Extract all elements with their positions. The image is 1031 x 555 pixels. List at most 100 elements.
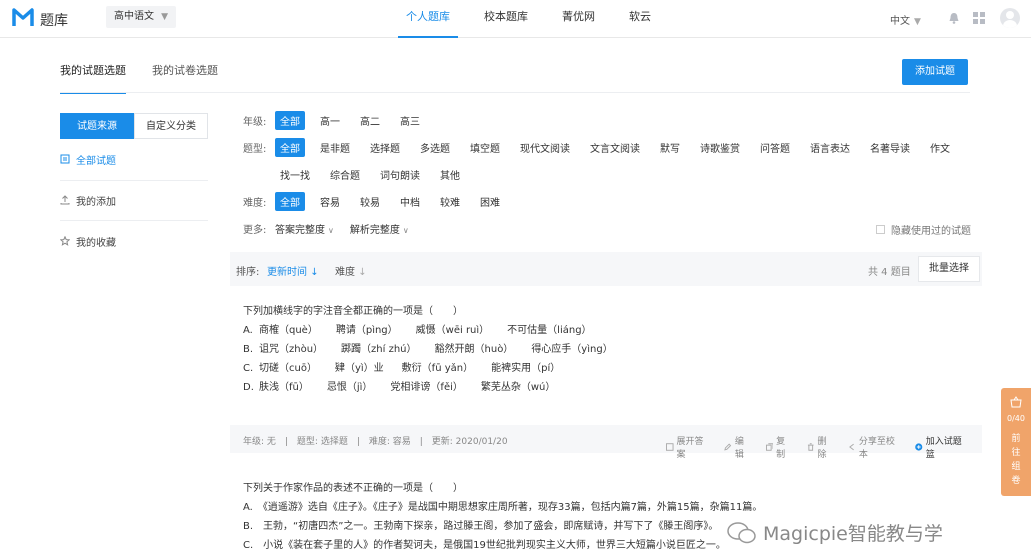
sort-by-time[interactable]: 更新时间 ↓ bbox=[267, 263, 319, 278]
option-item: 聘请（pìng） bbox=[335, 325, 398, 336]
delete-action[interactable]: 删除 bbox=[807, 434, 834, 460]
source-button[interactable]: 试题来源 bbox=[60, 113, 134, 139]
option-item: 豁然开朗（huò） bbox=[434, 344, 514, 355]
filter-option[interactable]: 作文 bbox=[925, 138, 955, 157]
filter-option[interactable]: 词句朗读 bbox=[375, 165, 425, 184]
hide-used-label: 隐藏使用过的试题 bbox=[891, 226, 971, 237]
tab-my-questions[interactable]: 我的试题选题 bbox=[60, 62, 126, 94]
option-item: 能裨实用（pí） bbox=[491, 363, 561, 374]
language-value: 中文 bbox=[890, 16, 910, 27]
copy-icon bbox=[765, 443, 774, 451]
upload-icon bbox=[60, 195, 70, 205]
hide-used-checkbox[interactable]: 隐藏使用过的试题 bbox=[876, 222, 971, 237]
filter-option[interactable]: 是非题 bbox=[315, 138, 355, 157]
nav-ruanyun[interactable]: 软云 bbox=[621, 0, 659, 38]
question-stem: 下列关于作家作品的表述不正确的一项是（ ） bbox=[243, 483, 463, 494]
filter-option[interactable]: 问答题 bbox=[755, 138, 795, 157]
watermark-text: Magicpie智能教与学 bbox=[763, 523, 943, 545]
sort-time-label: 更新时间 bbox=[267, 267, 307, 278]
filter-option[interactable]: 全部 bbox=[275, 111, 305, 130]
filter-option[interactable]: 其他 bbox=[435, 165, 465, 184]
question-tabs: 我的试题选题 我的试卷选题 bbox=[60, 62, 244, 94]
filter-option[interactable]: 容易 bbox=[315, 192, 345, 211]
sidebar-item-favorites[interactable]: 我的收藏 bbox=[60, 221, 208, 261]
filter-label: 年级: bbox=[243, 117, 267, 128]
nav-personal-bank[interactable]: 个人题库 bbox=[398, 0, 458, 38]
copy-action[interactable]: 复制 bbox=[765, 434, 793, 460]
tab-my-papers[interactable]: 我的试卷选题 bbox=[152, 62, 218, 94]
sidebar-item-label: 我的添加 bbox=[76, 196, 116, 208]
filter-option[interactable]: 高二 bbox=[355, 111, 385, 130]
filter-option[interactable]: 文言文阅读 bbox=[585, 138, 645, 157]
question-card: 下列加横线字的字注音全都正确的一项是（ ） A. 商榷（què） 聘请（pìng… bbox=[243, 302, 631, 397]
sidebar-item-label: 全部试题 bbox=[76, 155, 116, 167]
watermark: Magicpie智能教与学 bbox=[727, 519, 943, 546]
batch-select-button[interactable]: 批量选择 bbox=[918, 256, 980, 282]
filter-option[interactable]: 找一找 bbox=[275, 165, 315, 184]
filter-option[interactable]: 现代文阅读 bbox=[515, 138, 575, 157]
filter-option[interactable]: 语言表达 bbox=[805, 138, 855, 157]
question-actions: 展开答案 编辑 复制 删除 分享至校本 加入试题篮 bbox=[666, 434, 982, 460]
option-item: 威慑（wēi ruì） bbox=[415, 325, 490, 336]
add-question-button[interactable]: 添加试题 bbox=[902, 59, 968, 85]
filter-option[interactable]: 默写 bbox=[655, 138, 685, 157]
filter-option[interactable]: 高三 bbox=[395, 111, 425, 130]
trash-icon bbox=[807, 443, 814, 451]
avatar[interactable] bbox=[1000, 8, 1020, 28]
filter-option[interactable]: 选择题 bbox=[365, 138, 405, 157]
option-row: B. 王勃，“初唐四杰”之一。王勃南下探亲，路过滕王阁，参加了盛会，即席赋诗，并… bbox=[243, 521, 719, 532]
add-to-basket-action[interactable]: 加入试题篮 bbox=[915, 434, 968, 460]
filter-option[interactable]: 较易 bbox=[355, 192, 385, 211]
option-item: 敷衍（fū yǎn） bbox=[401, 363, 474, 374]
basket-icon bbox=[1010, 396, 1022, 408]
logo-text[interactable]: 题库 bbox=[40, 10, 68, 30]
edit-icon bbox=[724, 443, 732, 451]
sidebar-item-my-added[interactable]: 我的添加 bbox=[60, 180, 208, 220]
logo-icon[interactable] bbox=[12, 6, 34, 28]
edit-action[interactable]: 编辑 bbox=[724, 434, 751, 460]
option-item: 党相诽谤（fěi） bbox=[390, 382, 463, 393]
filter-option[interactable]: 填空题 bbox=[465, 138, 505, 157]
filter-option[interactable]: 诗歌鉴赏 bbox=[695, 138, 745, 157]
difficulty-filter: 难度: 全部 容易 较易 中档 较难 困难 bbox=[243, 192, 515, 211]
subject-select[interactable]: 高中语文 ▼ bbox=[106, 6, 176, 28]
question-meta-bar: 年级: 无 | 题型: 选择题 | 难度: 容易 | 更新: 2020/01/2… bbox=[230, 425, 982, 460]
bell-icon[interactable] bbox=[947, 11, 961, 25]
option-item: 繁芜丛杂（wú） bbox=[480, 382, 556, 393]
filter-option[interactable]: 较难 bbox=[435, 192, 465, 211]
filter-option[interactable]: 综合题 bbox=[325, 165, 365, 184]
filter-option[interactable]: 全部 bbox=[275, 192, 305, 211]
filter-option[interactable]: 中档 bbox=[395, 192, 425, 211]
type-filter: 题型: 全部 是非题 选择题 多选题 填空题 现代文阅读 文言文阅读 默写 诗歌… bbox=[243, 138, 965, 157]
language-select[interactable]: 中文 ▼ bbox=[890, 12, 921, 27]
plus-circle-icon bbox=[915, 443, 923, 451]
filter-option[interactable]: 名著导读 bbox=[865, 138, 915, 157]
nav-jyeoo[interactable]: 菁优网 bbox=[554, 0, 603, 38]
option-letter: D. bbox=[243, 382, 254, 393]
grid-apps-icon[interactable] bbox=[972, 11, 986, 25]
answer-completeness-dropdown[interactable]: 答案完整度 ∨ bbox=[275, 221, 334, 236]
filter-option[interactable]: 多选题 bbox=[415, 138, 455, 157]
top-bar: 题库 高中语文 ▼ 个人题库 校本题库 菁优网 软云 中文 ▼ bbox=[0, 0, 1031, 38]
option-letter: A. bbox=[243, 325, 253, 336]
question-basket[interactable]: 0/40 前往组卷 bbox=[1001, 388, 1031, 496]
option-row: A. 《逍遥游》选自《庄子》。《庄子》是战国中期思想家庄周所著，现存33篇，包括… bbox=[243, 502, 763, 513]
question-meta: 年级: 无 | 题型: 选择题 | 难度: 容易 | 更新: 2020/01/2… bbox=[243, 437, 508, 447]
expand-answer-action[interactable]: 展开答案 bbox=[666, 434, 710, 460]
option-item: 肤浅（fū） bbox=[259, 382, 309, 393]
action-label: 编辑 bbox=[734, 437, 744, 460]
sidebar-item-all[interactable]: 全部试题 bbox=[60, 139, 208, 179]
nav-school-bank[interactable]: 校本题库 bbox=[476, 0, 536, 38]
source-toggle: 试题来源 自定义分类 bbox=[60, 113, 208, 139]
analysis-completeness-dropdown[interactable]: 解析完整度 ∨ bbox=[350, 221, 409, 236]
filter-option[interactable]: 全部 bbox=[275, 138, 305, 157]
option-item: 不可估量（liáng） bbox=[507, 325, 592, 336]
filter-option[interactable]: 困难 bbox=[475, 192, 505, 211]
action-label: 加入试题篮 bbox=[925, 437, 962, 460]
share-to-school-action[interactable]: 分享至校本 bbox=[848, 434, 901, 460]
filter-option[interactable]: 高一 bbox=[315, 111, 345, 130]
custom-category-button[interactable]: 自定义分类 bbox=[134, 113, 208, 139]
option-item: 商榷（què） bbox=[259, 325, 318, 336]
sort-by-difficulty[interactable]: 难度 ↓ bbox=[335, 263, 367, 278]
star-icon bbox=[60, 236, 70, 246]
